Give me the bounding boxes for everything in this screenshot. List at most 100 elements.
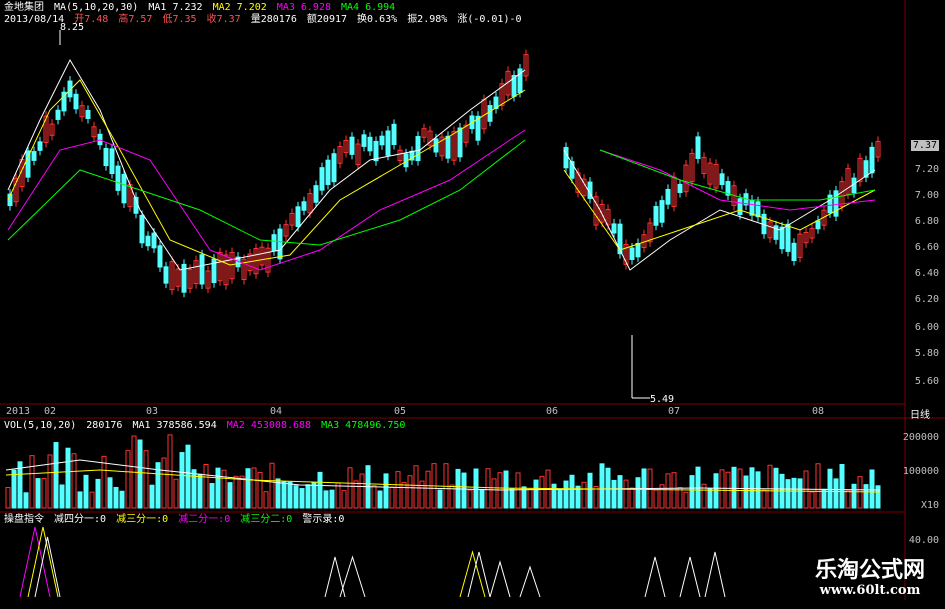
volume-bar	[203, 464, 209, 509]
candle	[301, 201, 307, 211]
vol-ma1: MA1 378586.594	[132, 420, 217, 431]
volume-bar	[89, 491, 95, 509]
volume-bar	[857, 476, 863, 509]
volume-bar	[473, 468, 479, 509]
volume-bar	[221, 469, 227, 509]
volume-bar	[461, 472, 467, 509]
volume-bar	[425, 470, 431, 509]
candle	[115, 165, 121, 191]
candle	[611, 223, 617, 234]
volume-bar	[47, 454, 53, 509]
volume-bar	[377, 490, 383, 509]
volume-bar	[467, 489, 473, 509]
volume-bar	[251, 467, 257, 509]
volume-tick: 200000	[902, 432, 939, 443]
volume-header: VOL(5,10,20) 280176 MA1 378586.594 MA2 4…	[4, 420, 409, 432]
candle	[55, 109, 61, 120]
volume-bar	[407, 475, 413, 509]
volume-bar	[347, 467, 353, 509]
volume-bar	[299, 488, 305, 509]
candle	[31, 151, 37, 161]
volume-bar	[383, 473, 389, 509]
candle	[151, 232, 157, 249]
volume-bar	[485, 468, 491, 509]
candle	[869, 146, 875, 174]
candle	[325, 159, 331, 185]
volume-bar	[29, 455, 35, 509]
price-tick: 6.40	[914, 268, 939, 279]
volume-bar	[287, 481, 293, 509]
volume-bar	[617, 475, 623, 509]
volume-bar	[23, 492, 29, 509]
candle	[145, 235, 151, 247]
volume-bar	[305, 484, 311, 509]
volume-bar	[587, 472, 593, 509]
volume-bar	[353, 480, 359, 509]
volume-bar	[755, 471, 761, 509]
volume-bar	[599, 463, 605, 509]
volume-bar	[707, 488, 713, 509]
indicator-signal	[459, 550, 486, 598]
date-tick: 08	[812, 406, 825, 417]
candle	[319, 167, 325, 191]
volume-bar	[293, 485, 299, 509]
volume-bar	[401, 481, 407, 509]
candle	[199, 254, 205, 285]
volume-bar	[335, 482, 341, 509]
candle	[677, 183, 683, 193]
candle	[445, 135, 451, 159]
price-tick: 5.60	[914, 376, 939, 387]
price-tick: 6.80	[914, 216, 939, 227]
candle	[415, 136, 421, 162]
volume-bar	[257, 471, 263, 509]
volume-bar	[809, 491, 815, 509]
volume-bar	[113, 486, 119, 509]
indicator-header: 操盘指令 减四分一:0 减三分一:0 减二分一:0 减三分二:0 警示录:0	[4, 514, 348, 526]
indicator-line3: 减二分一:0	[178, 514, 231, 525]
volume-bar	[611, 479, 617, 509]
indicator-signal	[519, 565, 541, 598]
candle	[85, 109, 91, 119]
candle	[277, 228, 283, 260]
volume-bar	[761, 489, 767, 509]
date-tick: 04	[270, 406, 283, 417]
low-price-marker: 5.49	[650, 394, 675, 405]
volume-bar	[53, 442, 59, 509]
volume-bar	[551, 483, 557, 509]
vol-ma2: MA2 453008.688	[226, 420, 312, 431]
volume-bar	[125, 450, 131, 509]
volume-bar	[311, 482, 317, 509]
volume-bar	[869, 469, 875, 509]
volume-bar	[539, 475, 545, 509]
period-label[interactable]: 日线	[910, 406, 930, 421]
volume-bar	[329, 489, 335, 509]
volume-tick: X10	[920, 500, 939, 511]
volume-bar	[149, 484, 155, 509]
indicator-signal	[679, 556, 701, 598]
volume-bar	[11, 469, 17, 509]
candle	[487, 105, 493, 122]
candle	[139, 214, 145, 244]
indicator-tick: 40.00	[908, 535, 939, 546]
candle	[271, 234, 277, 252]
candle	[73, 93, 79, 110]
volume-bar	[749, 467, 755, 509]
volume-bar	[533, 479, 539, 509]
volume-bar	[143, 450, 149, 509]
volume-bar	[839, 463, 845, 509]
candle	[433, 138, 439, 153]
candle	[295, 206, 301, 227]
price-tick: 7.20	[914, 164, 939, 175]
volume-bar	[713, 473, 719, 509]
candle	[391, 123, 397, 146]
candle	[785, 223, 791, 252]
volume-bar	[323, 490, 329, 509]
ma1-line	[7, 58, 526, 271]
indicator-name[interactable]: 操盘指令	[4, 514, 44, 525]
candle	[665, 188, 671, 205]
volume-bar	[233, 475, 239, 509]
candle	[121, 173, 127, 204]
volume-bar	[821, 488, 827, 509]
volume-bar	[437, 489, 443, 509]
indicator-line4: 减三分二:0	[240, 514, 293, 525]
